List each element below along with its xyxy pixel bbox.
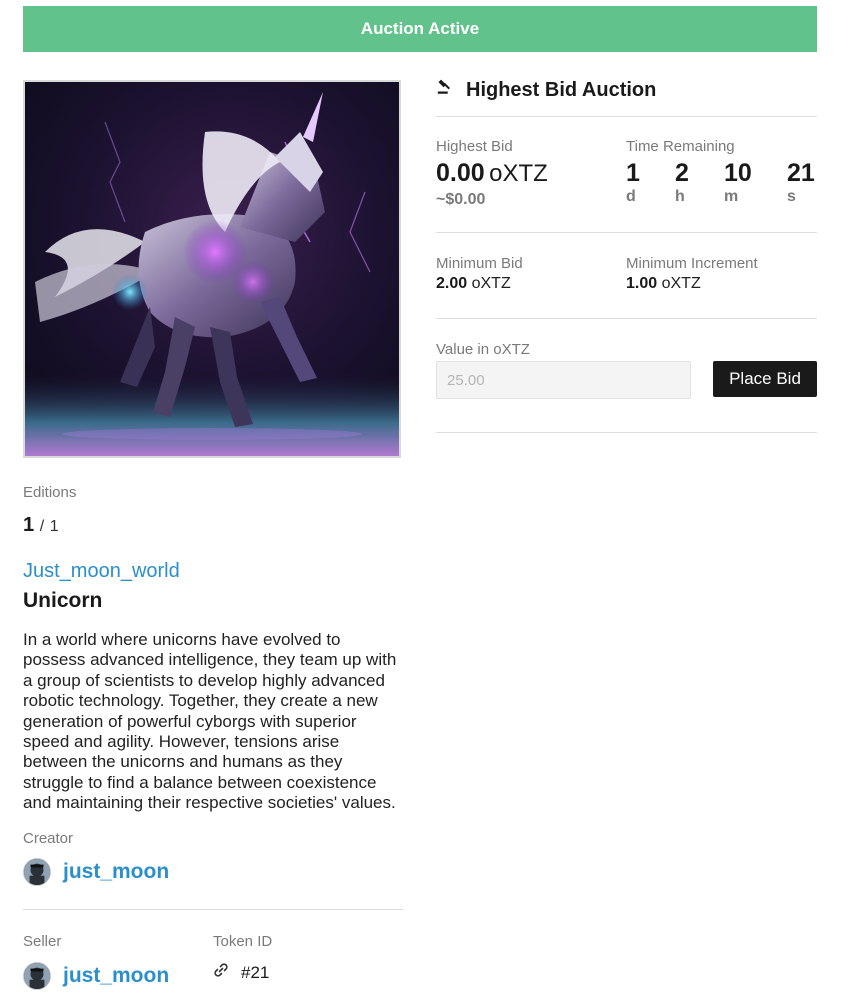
auction-title: Highest Bid Auction bbox=[466, 78, 657, 101]
time-seconds-value: 21 bbox=[787, 159, 815, 187]
highest-bid-label: Highest Bid bbox=[436, 138, 513, 155]
time-minutes-unit: m bbox=[724, 188, 739, 205]
time-hours: 2 h bbox=[675, 159, 689, 206]
editions-label: Editions bbox=[23, 484, 77, 501]
time-seconds: 21 s bbox=[787, 159, 815, 206]
creator-label: Creator bbox=[23, 830, 74, 847]
divider bbox=[23, 909, 403, 910]
seller-label: Seller bbox=[23, 933, 62, 950]
time-days: 1 d bbox=[626, 159, 640, 206]
creator-username[interactable]: just_moon bbox=[63, 860, 169, 884]
minimum-increment-amount: 1.00 oXTZ bbox=[626, 275, 701, 293]
auction-heading: Highest Bid Auction bbox=[436, 78, 656, 102]
gavel-icon bbox=[436, 78, 454, 102]
token-description: In a world where unicorns have evolved t… bbox=[23, 630, 397, 813]
collection-link[interactable]: Just_moon_world bbox=[23, 560, 180, 583]
currency-label: oXTZ bbox=[471, 275, 511, 292]
auction-status-banner: Auction Active bbox=[23, 6, 817, 52]
token-id-label: Token ID bbox=[213, 933, 273, 950]
divider bbox=[436, 232, 817, 233]
time-hours-unit: h bbox=[675, 188, 685, 205]
time-days-unit: d bbox=[626, 188, 636, 205]
token-title: Unicorn bbox=[23, 589, 103, 612]
time-remaining-label: Time Remaining bbox=[626, 138, 735, 155]
minimum-increment-value: 1.00 bbox=[626, 275, 658, 292]
editions-count: 1 / 1 bbox=[23, 514, 59, 537]
unicorn-artwork bbox=[25, 82, 399, 456]
time-hours-value: 2 bbox=[675, 159, 689, 187]
currency-label: oXTZ bbox=[661, 275, 701, 292]
highest-bid-usd: ~$0.00 bbox=[436, 191, 486, 208]
divider bbox=[436, 318, 817, 319]
minimum-increment-label: Minimum Increment bbox=[626, 255, 758, 272]
artwork-image[interactable] bbox=[23, 80, 401, 458]
editions-total: 1 bbox=[49, 518, 59, 535]
highest-bid-value: 0.00 bbox=[436, 159, 485, 187]
editions-separator: / bbox=[39, 518, 45, 535]
currency-label: oXTZ bbox=[489, 160, 548, 187]
seller-row[interactable]: just_moon bbox=[23, 962, 169, 990]
creator-row[interactable]: just_moon bbox=[23, 858, 169, 886]
link-icon[interactable] bbox=[213, 962, 229, 983]
value-in-label: Value in bbox=[436, 341, 490, 358]
divider bbox=[436, 432, 817, 433]
token-id-row[interactable]: #21 bbox=[213, 962, 269, 983]
time-seconds-unit: s bbox=[787, 188, 796, 205]
bid-value-label: Value in oXTZ bbox=[436, 341, 530, 358]
place-bid-button[interactable]: Place Bid bbox=[713, 361, 817, 397]
time-minutes-value: 10 bbox=[724, 159, 752, 187]
editions-current: 1 bbox=[23, 514, 35, 536]
creator-avatar[interactable] bbox=[23, 858, 51, 886]
avatar-icon bbox=[24, 963, 50, 989]
bid-amount-input[interactable] bbox=[436, 361, 691, 399]
avatar-icon bbox=[24, 859, 50, 885]
minimum-bid-amount: 2.00 oXTZ bbox=[436, 275, 511, 293]
time-days-value: 1 bbox=[626, 159, 640, 187]
seller-avatar[interactable] bbox=[23, 962, 51, 990]
currency-label: oXTZ bbox=[493, 341, 530, 358]
time-minutes: 10 m bbox=[724, 159, 752, 206]
highest-bid-amount: 0.00 oXTZ bbox=[436, 159, 548, 188]
minimum-bid-value: 2.00 bbox=[436, 275, 468, 292]
seller-username[interactable]: just_moon bbox=[63, 964, 169, 988]
token-id-value: #21 bbox=[241, 962, 270, 982]
minimum-bid-label: Minimum Bid bbox=[436, 255, 523, 272]
divider bbox=[436, 116, 817, 117]
